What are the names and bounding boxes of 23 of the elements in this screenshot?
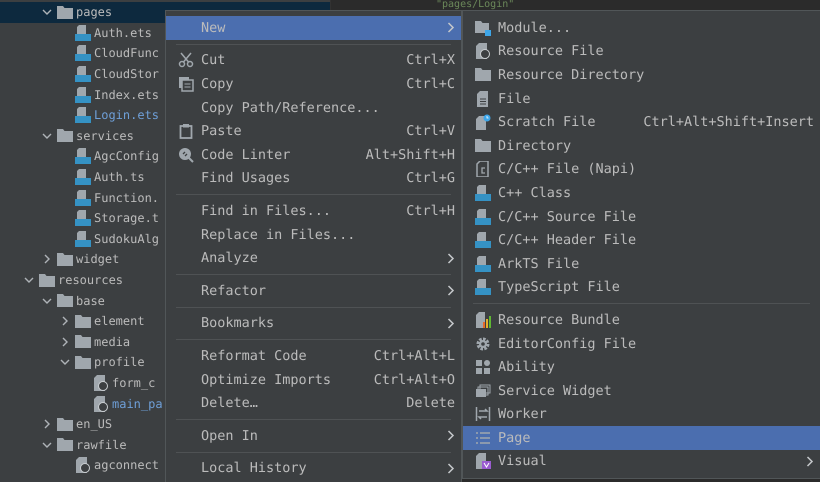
file-name: Login.ets	[94, 108, 160, 122]
folder-name: rawfile	[76, 438, 127, 452]
file-name: Function.	[94, 190, 160, 205]
file-name: Auth.ets	[94, 26, 152, 40]
file-name: form_c	[112, 376, 156, 390]
folder-name: media	[94, 334, 130, 349]
folder-name: en_US	[76, 417, 112, 432]
folder-name: element	[94, 314, 145, 328]
file-name: SudokuAlg	[94, 232, 160, 246]
file-name: Auth.ts	[94, 170, 145, 184]
folder-name: widget	[76, 252, 120, 266]
file-name: CloudStor	[94, 67, 160, 82]
folder-name: base	[76, 294, 105, 308]
file-name: Index.ets	[94, 88, 160, 102]
file-name: main_pa	[112, 396, 163, 411]
folder-name: profile	[94, 355, 145, 370]
file-name: CloudFunc	[94, 46, 160, 60]
file-name: AgcConfig	[94, 149, 160, 164]
folder-name: resources	[58, 273, 124, 288]
file-name: agconnect	[94, 458, 160, 472]
folder-name: services	[76, 128, 134, 143]
folder-name: pages	[76, 5, 112, 20]
file-name: Storage.t	[94, 211, 160, 226]
